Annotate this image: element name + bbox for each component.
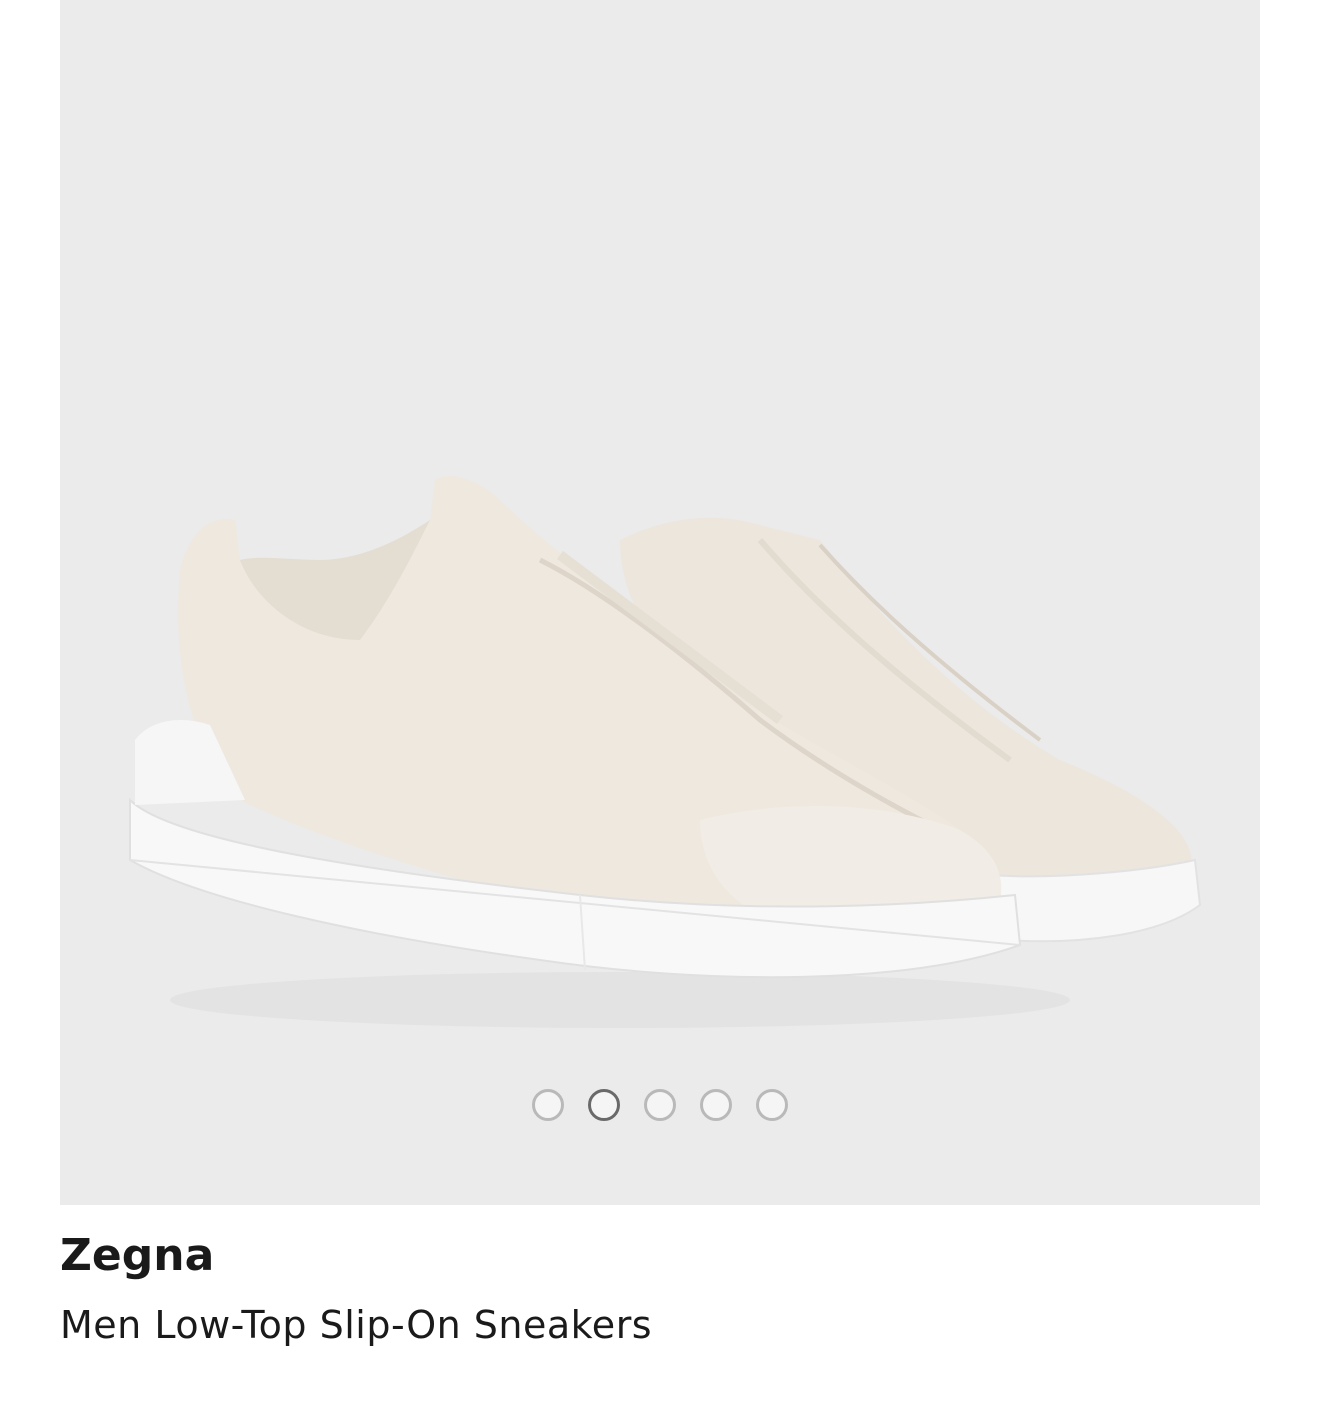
sneaker-pair-image [129,476,1202,1028]
product-title[interactable]: Men Low-Top Slip-On Sneakers [60,1303,1260,1349]
brand-name[interactable]: Zegna [60,1230,1260,1283]
carousel-dots [60,1085,1260,1125]
carousel-dot-1[interactable] [532,1089,564,1121]
carousel-dot-5[interactable] [756,1089,788,1121]
carousel-dot-4[interactable] [700,1089,732,1121]
carousel-dot-3[interactable] [644,1089,676,1121]
carousel-dot-2[interactable] [588,1089,620,1121]
product-info: Zegna Men Low-Top Slip-On Sneakers [60,1230,1260,1348]
product-image[interactable] [60,0,1260,1205]
